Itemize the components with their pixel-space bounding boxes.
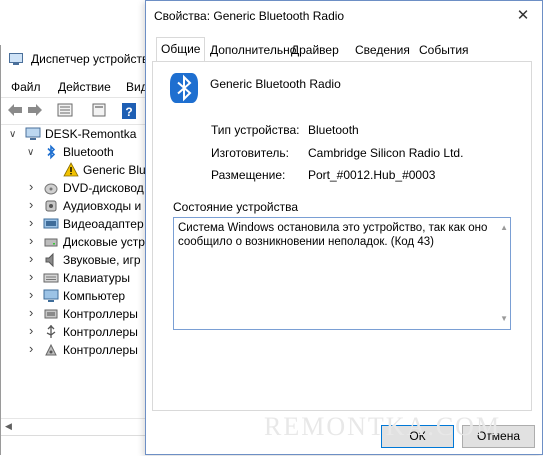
computer-root-icon [25, 127, 41, 140]
tree-category-label: Видеоадаптер [63, 217, 144, 231]
expand-chevron-icon[interactable]: › [29, 305, 33, 320]
bluetooth-icon [47, 144, 56, 160]
properties-sheet-icon[interactable] [57, 103, 73, 117]
device-type-value: Bluetooth [308, 123, 359, 137]
tab-details[interactable]: Сведения [351, 39, 414, 61]
tree-category-label: Контроллеры [63, 343, 138, 357]
expand-chevron-icon[interactable]: › [29, 341, 33, 356]
expand-chevron-icon[interactable]: › [29, 197, 33, 212]
dvd-drive-icon [44, 183, 58, 195]
device-manager-icon [9, 53, 23, 65]
tree-root-label: DESK-Remontka [45, 127, 137, 141]
device-status-label: Состояние устройства [173, 200, 299, 214]
expand-chevron-icon[interactable]: › [29, 251, 33, 266]
menu-file[interactable]: Файл [11, 80, 41, 94]
tree-category-label: Аудиовходы и [63, 199, 142, 213]
keyboard-icon [43, 273, 59, 283]
manufacturer-value: Cambridge Silicon Radio Ltd. [308, 146, 464, 160]
tree-bluetooth-label: Bluetooth [63, 145, 114, 159]
audio-io-icon [45, 200, 57, 212]
collapse-root-chevron-icon[interactable]: ∨ [9, 129, 16, 140]
tree-category-label: Клавиатуры [63, 271, 130, 285]
tree-category-label: Контроллеры [63, 325, 138, 339]
scroll-left-arrow-icon[interactable]: ◀ [5, 421, 12, 432]
tree-category-label: Компьютер [63, 289, 126, 303]
collapse-bluetooth-chevron-icon[interactable]: ∨ [27, 147, 34, 158]
controller-icon [44, 309, 58, 319]
expand-chevron-icon[interactable]: › [29, 233, 33, 248]
status-bar [1, 435, 161, 456]
expand-chevron-icon[interactable]: › [29, 323, 33, 338]
tree-generic-bluetooth-label: Generic Blu [83, 163, 146, 177]
back-arrow-icon[interactable] [7, 103, 23, 117]
watermark: REMONTKA.COM [264, 412, 502, 441]
sound-controller-icon [45, 252, 54, 268]
expand-chevron-icon[interactable]: › [29, 215, 33, 230]
view-list-icon[interactable] [91, 103, 107, 117]
tree-category-label: Контроллеры [63, 307, 138, 321]
warning-icon [63, 162, 79, 177]
scroll-down-arrow-icon[interactable]: ▼ [500, 312, 508, 326]
dialog-title: Свойства: Generic Bluetooth Radio [154, 9, 345, 23]
tab-driver[interactable]: Драйвер [287, 39, 343, 61]
display-adapter-icon [43, 218, 59, 229]
tab-general[interactable]: Общие [156, 37, 206, 62]
bluetooth-device-icon [170, 73, 198, 103]
horizontal-scrollbar[interactable]: ◀ [1, 418, 146, 433]
device-manager-title: Диспетчер устройств [31, 52, 149, 66]
device-name: Generic Bluetooth Radio [210, 77, 341, 91]
device-status-textbox[interactable]: Система Windows остановила это устройств… [173, 217, 511, 330]
computer-icon [43, 289, 59, 302]
scroll-up-arrow-icon[interactable]: ▲ [500, 221, 508, 235]
tree-category-label: DVD-дисковод [63, 181, 144, 195]
location-value: Port_#0012.Hub_#0003 [308, 168, 436, 182]
manufacturer-label: Изготовитель: [211, 146, 289, 160]
tree-category-label: Звуковые, игр [63, 253, 141, 267]
usb-controller-icon [46, 325, 56, 338]
close-button[interactable]: ✕ [506, 1, 540, 31]
tab-strip: Общие Дополнительно Драйвер Сведения Соб… [152, 37, 532, 62]
forward-arrow-icon[interactable] [27, 103, 43, 117]
device-manager-titlebar[interactable]: Диспетчер устройств [1, 45, 161, 73]
help-icon[interactable]: ? [121, 103, 137, 119]
menu-action[interactable]: Действие [58, 80, 111, 94]
device-manager-window: Диспетчер устройств Файл Действие Вид ? … [0, 45, 161, 456]
device-status-text: Система Windows остановила это устройств… [178, 222, 488, 248]
general-tab-panel: Generic Bluetooth Radio Тип устройства: … [152, 61, 532, 411]
device-manager-toolbar: ? [1, 97, 161, 125]
expand-chevron-icon[interactable]: › [29, 287, 33, 302]
expand-chevron-icon[interactable]: › [29, 179, 33, 194]
properties-dialog: Свойства: Generic Bluetooth Radio ✕ Общи… [145, 0, 543, 455]
close-icon: ✕ [516, 7, 530, 24]
tab-events[interactable]: События [415, 39, 473, 61]
location-label: Размещение: [211, 168, 286, 182]
storage-controller-icon [45, 343, 57, 356]
device-manager-menubar: Файл Действие Вид [1, 75, 161, 95]
tree-category-label: Дисковые устр [63, 235, 145, 249]
device-tree: ∨ DESK-Remontka ∨ Bluetooth Generic Blu … [1, 125, 146, 415]
expand-chevron-icon[interactable]: › [29, 269, 33, 284]
svg-text:?: ? [125, 105, 132, 119]
disk-drive-icon [44, 238, 58, 247]
device-type-label: Тип устройства: [211, 123, 300, 137]
